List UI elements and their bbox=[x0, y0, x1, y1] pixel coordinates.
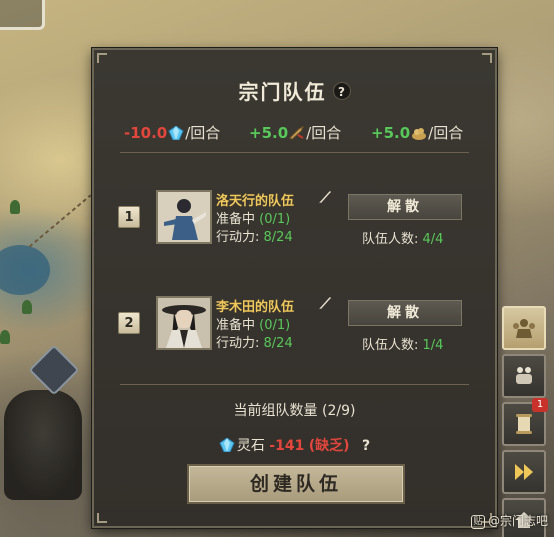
team-name: 洛天行的队伍 bbox=[216, 194, 295, 209]
side-team-button[interactable] bbox=[502, 306, 546, 350]
notification-badge: 1 bbox=[532, 398, 548, 412]
map-tree bbox=[0, 330, 10, 344]
team-leader-portrait[interactable] bbox=[156, 296, 212, 350]
status-value: (0/1) bbox=[259, 318, 291, 333]
ap-label: 行动力: bbox=[216, 336, 260, 351]
disband-button[interactable]: 解散 bbox=[348, 300, 462, 326]
tieba-logo-icon: 贴 bbox=[470, 515, 485, 529]
rate-value: -10.0 bbox=[124, 124, 168, 142]
count-value: 4/4 bbox=[422, 232, 444, 247]
rate-value: +5.0 bbox=[371, 124, 411, 142]
team-action-points: 行动力: 8/24 bbox=[216, 332, 293, 351]
rename-brush-icon[interactable] bbox=[318, 296, 332, 310]
rate-unit: /回合 bbox=[428, 124, 464, 142]
character-portrait-icon bbox=[158, 192, 210, 242]
map-tree bbox=[10, 200, 20, 214]
character-portrait-icon bbox=[158, 298, 210, 348]
count-value: 1/4 bbox=[422, 338, 444, 353]
panel-corner-ornament bbox=[97, 513, 107, 523]
side-members-button[interactable] bbox=[502, 354, 546, 398]
divider bbox=[120, 384, 469, 385]
panel-corner-ornament bbox=[97, 53, 107, 63]
resource-rates: -10.0/回合 +5.0/回合 +5.0/回合 bbox=[94, 122, 495, 142]
team-row: 2 李木田的队伍 准备中 (0/1) 行动力: 8/24 解散 队伍人数: 1/… bbox=[94, 296, 495, 356]
action-icon bbox=[289, 126, 305, 140]
panel-title: 宗门队伍 bbox=[238, 80, 327, 104]
count-label: 队伍人数: bbox=[362, 232, 419, 247]
scroll-icon bbox=[516, 414, 532, 434]
team-count-summary: 当前组队数量 (2/9) bbox=[233, 403, 356, 419]
watermark: 贴 @宗门志吧 bbox=[470, 512, 548, 529]
team-leader-portrait[interactable] bbox=[156, 190, 212, 244]
create-team-button[interactable]: 创建队伍 bbox=[187, 464, 405, 504]
team-action-points: 行动力: 8/24 bbox=[216, 226, 293, 245]
side-scroll-button[interactable]: 1 bbox=[502, 398, 548, 446]
cost-status: (缺乏) bbox=[308, 438, 350, 454]
cost-label: 灵石 bbox=[236, 438, 265, 454]
spirit-stone-icon bbox=[168, 126, 184, 140]
team-icon bbox=[513, 319, 535, 338]
disband-button[interactable]: 解散 bbox=[348, 194, 462, 220]
team-name: 李木田的队伍 bbox=[216, 300, 295, 315]
ap-value: 8/24 bbox=[263, 230, 293, 245]
ap-label: 行动力: bbox=[216, 230, 260, 245]
status-value: (0/1) bbox=[259, 212, 291, 227]
rate-value: +5.0 bbox=[249, 124, 289, 142]
team-member-count: 队伍人数: 1/4 bbox=[362, 334, 443, 353]
rate-spirit-stone: -10.0/回合 bbox=[124, 122, 220, 143]
rate-food: +5.0/回合 bbox=[371, 122, 463, 143]
ap-value: 8/24 bbox=[263, 336, 293, 351]
status-label: 准备中 bbox=[216, 212, 256, 227]
team-index: 2 bbox=[118, 312, 140, 334]
help-icon[interactable]: ? bbox=[332, 82, 351, 100]
divider bbox=[120, 152, 469, 153]
fast-forward-icon bbox=[515, 464, 533, 480]
panel-corner-ornament bbox=[482, 53, 492, 63]
team-index: 1 bbox=[118, 206, 140, 228]
map-frame-corner bbox=[0, 0, 45, 30]
sect-team-panel: 宗门队伍? -10.0/回合 +5.0/回合 +5.0/回合 1 洛天行的队伍 … bbox=[92, 48, 497, 528]
food-icon bbox=[412, 128, 427, 140]
count-label: 队伍人数: bbox=[362, 338, 419, 353]
rate-unit: /回合 bbox=[306, 124, 342, 142]
watermark-text: @宗门志吧 bbox=[487, 514, 548, 528]
rate-unit: /回合 bbox=[185, 124, 221, 142]
panel-header: 宗门队伍? bbox=[94, 76, 495, 105]
create-cost: 灵石 -141 (缺乏) ? bbox=[94, 435, 495, 455]
spirit-stone-icon bbox=[219, 438, 235, 452]
side-fast-forward-button[interactable] bbox=[502, 450, 546, 494]
team-status: 准备中 (0/1) bbox=[216, 208, 290, 227]
status-label: 准备中 bbox=[216, 318, 256, 333]
rename-brush-icon[interactable] bbox=[318, 190, 332, 204]
cost-amount: -141 bbox=[269, 438, 305, 454]
team-member-count: 队伍人数: 4/4 bbox=[362, 228, 443, 247]
map-tree bbox=[22, 300, 32, 314]
team-row: 1 洛天行的队伍 准备中 (0/1) 行动力: 8/24 解散 队伍人数: 4/… bbox=[94, 190, 495, 250]
cost-help-icon[interactable]: ? bbox=[362, 438, 370, 454]
team-status: 准备中 (0/1) bbox=[216, 314, 290, 333]
members-icon bbox=[516, 367, 532, 384]
map-character-unit[interactable] bbox=[4, 390, 82, 500]
rate-action: +5.0/回合 bbox=[249, 122, 341, 143]
